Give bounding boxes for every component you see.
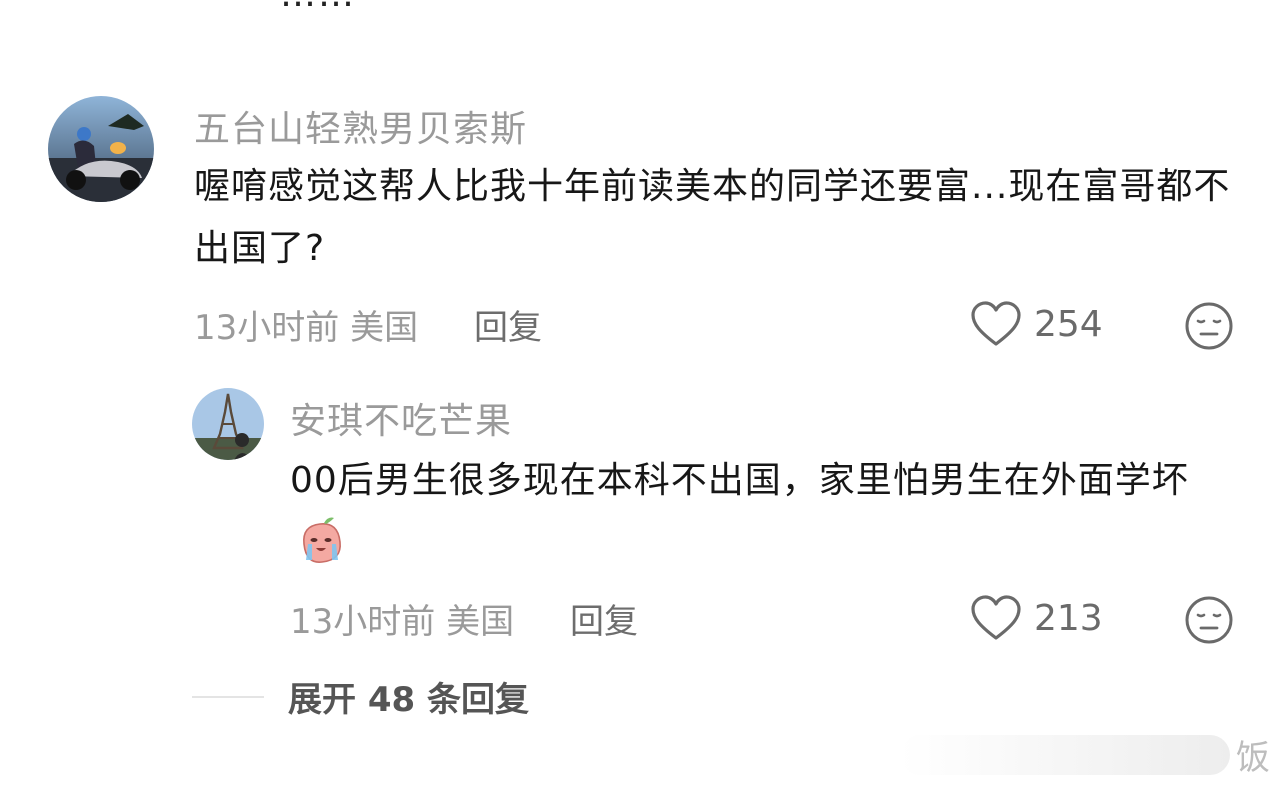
comment-time-location: 13小时前 美国 bbox=[194, 308, 419, 348]
watermark-bar bbox=[900, 734, 1230, 775]
reply-time-location: 13小时前 美国 bbox=[290, 602, 515, 642]
expand-replies-button[interactable]: 展开 48 条回复 bbox=[192, 672, 529, 721]
heart-icon bbox=[971, 595, 1021, 640]
heart-icon bbox=[971, 301, 1021, 346]
like-button[interactable]: 213 bbox=[970, 594, 1103, 642]
avatar[interactable] bbox=[192, 388, 264, 460]
reply-button[interactable]: 回复 bbox=[570, 594, 638, 643]
partial-previous-text: …… bbox=[280, 0, 356, 15]
watermark: 饭 bbox=[900, 730, 1284, 779]
like-count: 254 bbox=[1034, 303, 1103, 345]
comment-text: 喔唷感觉这帮人比我十年前读美本的同学还要富...现在富哥都不出国了? bbox=[194, 166, 1231, 269]
peach-crying-emoji bbox=[294, 514, 348, 566]
like-count: 213 bbox=[1034, 597, 1103, 639]
reply-button[interactable]: 回复 bbox=[474, 300, 542, 349]
avatar[interactable] bbox=[48, 96, 154, 202]
expand-divider bbox=[192, 695, 264, 698]
reply-text-content: 00后男生很多现在本科不出国，家里怕男生在外面学坏 bbox=[290, 460, 1189, 501]
like-button[interactable]: 254 bbox=[970, 300, 1103, 348]
neutral-face-icon[interactable] bbox=[1184, 595, 1234, 649]
reply-username[interactable]: 安琪不吃芒果 bbox=[290, 392, 512, 444]
neutral-face-icon[interactable] bbox=[1184, 301, 1234, 355]
reply-text: 00后男生很多现在本科不出国，家里怕男生在外面学坏 bbox=[290, 450, 1240, 574]
expand-replies-label: 展开 48 条回复 bbox=[288, 680, 529, 720]
comment-username[interactable]: 五台山轻熟男贝索斯 bbox=[194, 100, 527, 152]
watermark-text: 饭 bbox=[1236, 738, 1270, 778]
